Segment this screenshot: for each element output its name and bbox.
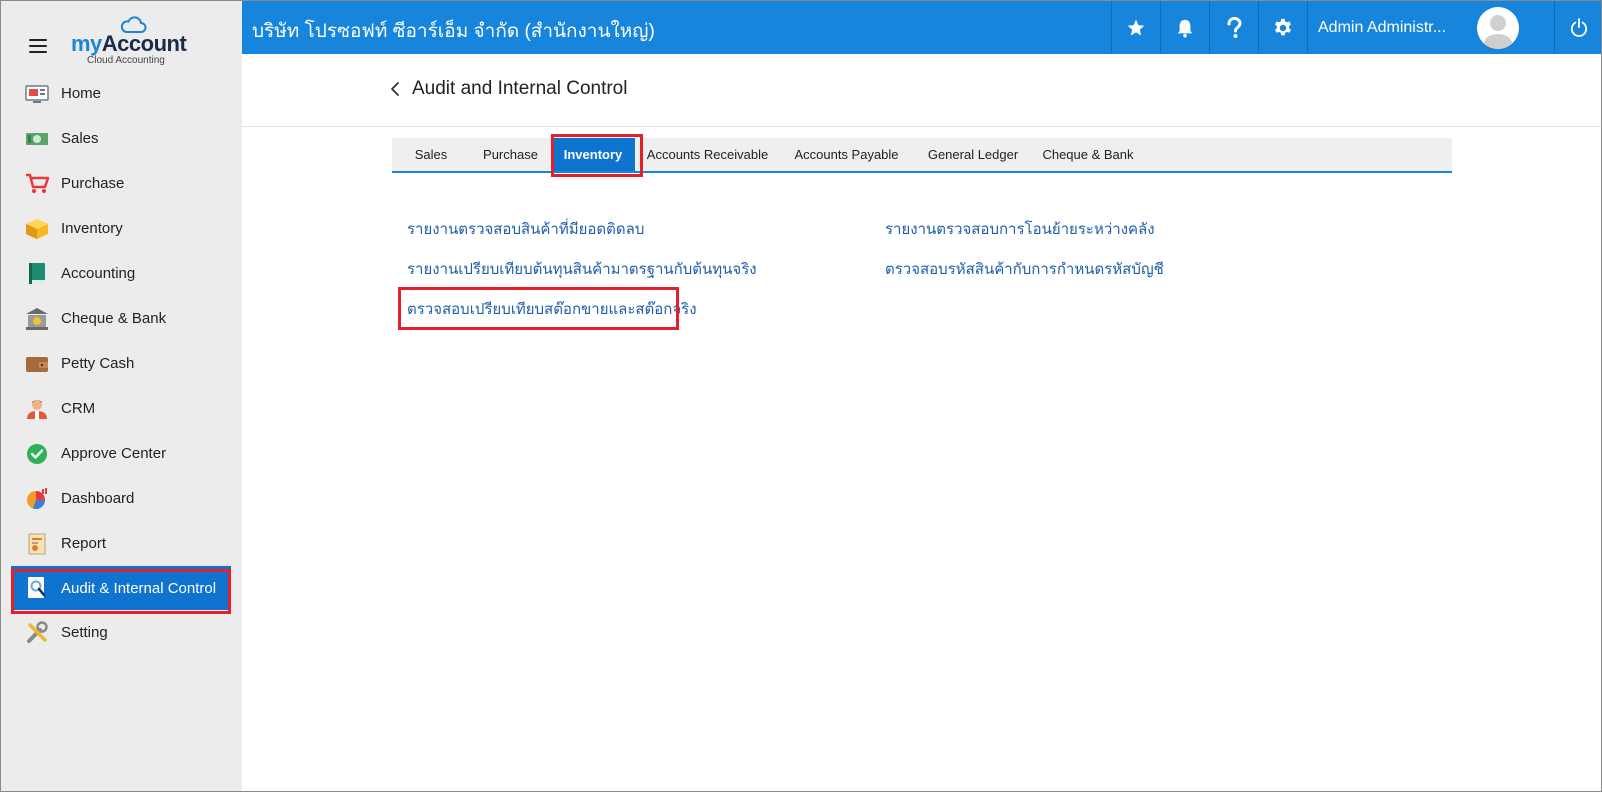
- favorites-button[interactable]: [1111, 1, 1160, 54]
- sidebar-item-petty-cash[interactable]: Petty Cash: [1, 341, 242, 386]
- sidebar-item-label: Accounting: [61, 265, 136, 282]
- user-menu[interactable]: Admin Administr...: [1307, 1, 1554, 54]
- sidebar-item-label: Audit & Internal Control: [61, 579, 217, 597]
- cart-icon: [25, 172, 49, 196]
- tab-cheque-bank[interactable]: Cheque & Bank: [1033, 138, 1143, 171]
- app-window: myAccount Cloud Accounting Home Sales Pu…: [0, 0, 1602, 792]
- tab-accounts-payable[interactable]: Accounts Payable: [780, 138, 913, 171]
- audit-icon: [25, 576, 49, 600]
- link-product-account-code-check[interactable]: ตรวจสอบรหัสสินค้ากับการกำหนดรหัสบัญชี: [885, 257, 1164, 281]
- sales-icon: [25, 127, 49, 151]
- menu-toggle-icon[interactable]: [29, 39, 47, 53]
- top-actions: Admin Administr...: [1111, 1, 1601, 54]
- sidebar-item-label: CRM: [61, 400, 96, 417]
- sidebar-item-purchase[interactable]: Purchase: [1, 161, 242, 206]
- app-logo[interactable]: myAccount Cloud Accounting: [69, 13, 189, 66]
- logo-subtitle: Cloud Accounting: [87, 55, 165, 66]
- company-name[interactable]: บริษัท โปรซอฟท์ ซีอาร์เอ็ม จำกัด (สำนักง…: [252, 16, 655, 46]
- logout-button[interactable]: [1554, 1, 1601, 54]
- pie-chart-icon: [25, 487, 49, 511]
- question-icon: [1227, 16, 1242, 38]
- logo-account: Account: [101, 31, 187, 56]
- power-icon: [1570, 17, 1588, 37]
- sidebar-nav: Home Sales Purchase Inventory Accounting…: [1, 71, 242, 655]
- tab-accounts-receivable[interactable]: Accounts Receivable: [635, 138, 780, 171]
- sidebar-item-label: Cheque & Bank: [61, 310, 167, 327]
- sidebar-item-sales[interactable]: Sales: [1, 116, 242, 161]
- wallet-icon: [25, 352, 49, 376]
- notifications-button[interactable]: [1160, 1, 1209, 54]
- link-sales-vs-actual-stock-check[interactable]: ตรวจสอบเปรียบเทียบสต๊อกขายและสต๊อกจริง: [407, 297, 697, 321]
- sidebar-item-label: Home: [61, 85, 102, 102]
- avatar: [1477, 6, 1519, 49]
- home-icon: [25, 82, 49, 106]
- sidebar-item-label: Report: [61, 535, 107, 552]
- link-warehouse-transfer-report[interactable]: รายงานตรวจสอบการโอนย้ายระหว่างคลัง: [885, 217, 1155, 241]
- book-icon: [25, 262, 49, 286]
- sidebar-item-label: Approve Center: [61, 445, 167, 462]
- sidebar-item-dashboard[interactable]: Dashboard: [1, 476, 242, 521]
- tools-icon: [25, 620, 49, 645]
- sidebar-item-label: Purchase: [61, 175, 125, 192]
- sidebar-item-label: Inventory: [61, 220, 123, 237]
- sidebar-item-setting[interactable]: Setting: [1, 610, 242, 655]
- tab-purchase[interactable]: Purchase: [470, 138, 551, 171]
- sidebar-item-label: Setting: [61, 624, 108, 641]
- user-avatar-icon: [1483, 14, 1513, 49]
- sidebar-item-cheque-bank[interactable]: Cheque & Bank: [1, 296, 242, 341]
- sidebar-item-crm[interactable]: CRM: [1, 386, 242, 431]
- check-circle-icon: [25, 442, 49, 466]
- tab-sales[interactable]: Sales: [392, 138, 470, 171]
- sidebar-item-audit-internal-control[interactable]: Audit & Internal Control: [11, 566, 231, 610]
- logo-my: my: [71, 31, 102, 56]
- box-icon: [25, 217, 49, 241]
- crm-icon: [25, 397, 49, 421]
- link-standard-vs-actual-cost-report[interactable]: รายงานเปรียบเทียบต้นทุนสินค้ามาตรฐานกับต…: [407, 257, 757, 281]
- tab-inventory[interactable]: Inventory: [551, 138, 635, 171]
- tab-general-ledger[interactable]: General Ledger: [913, 138, 1033, 171]
- bank-icon: [25, 307, 49, 331]
- back-button[interactable]: [388, 78, 406, 102]
- top-bar: บริษัท โปรซอฟท์ ซีอาร์เอ็ม จำกัด (สำนักง…: [242, 1, 1601, 54]
- logo-title: myAccount: [71, 31, 187, 57]
- settings-button[interactable]: [1258, 1, 1307, 54]
- gear-icon: [1275, 18, 1291, 35]
- link-negative-stock-report[interactable]: รายงานตรวจสอบสินค้าที่มียอดติดลบ: [407, 217, 644, 241]
- sidebar-item-report[interactable]: Report: [1, 521, 242, 566]
- report-icon: [25, 532, 49, 556]
- sidebar-item-accounting[interactable]: Accounting: [1, 251, 242, 296]
- sidebar: myAccount Cloud Accounting Home Sales Pu…: [1, 1, 242, 791]
- page-title: Audit and Internal Control: [412, 78, 628, 99]
- sidebar-item-label: Sales: [61, 130, 99, 147]
- chevron-left-icon: [391, 82, 399, 96]
- sidebar-item-label: Petty Cash: [61, 355, 135, 372]
- sidebar-item-label: Dashboard: [61, 490, 135, 507]
- star-icon: [1127, 19, 1145, 35]
- sidebar-item-inventory[interactable]: Inventory: [1, 206, 242, 251]
- user-name: Admin Administr...: [1318, 18, 1447, 36]
- page-header: Audit and Internal Control: [242, 54, 1601, 127]
- tab-bar: Sales Purchase Inventory Accounts Receiv…: [392, 138, 1452, 173]
- help-button[interactable]: [1209, 1, 1258, 54]
- bell-icon: [1177, 19, 1193, 37]
- sidebar-item-home[interactable]: Home: [1, 71, 242, 116]
- sidebar-item-approve-center[interactable]: Approve Center: [1, 431, 242, 476]
